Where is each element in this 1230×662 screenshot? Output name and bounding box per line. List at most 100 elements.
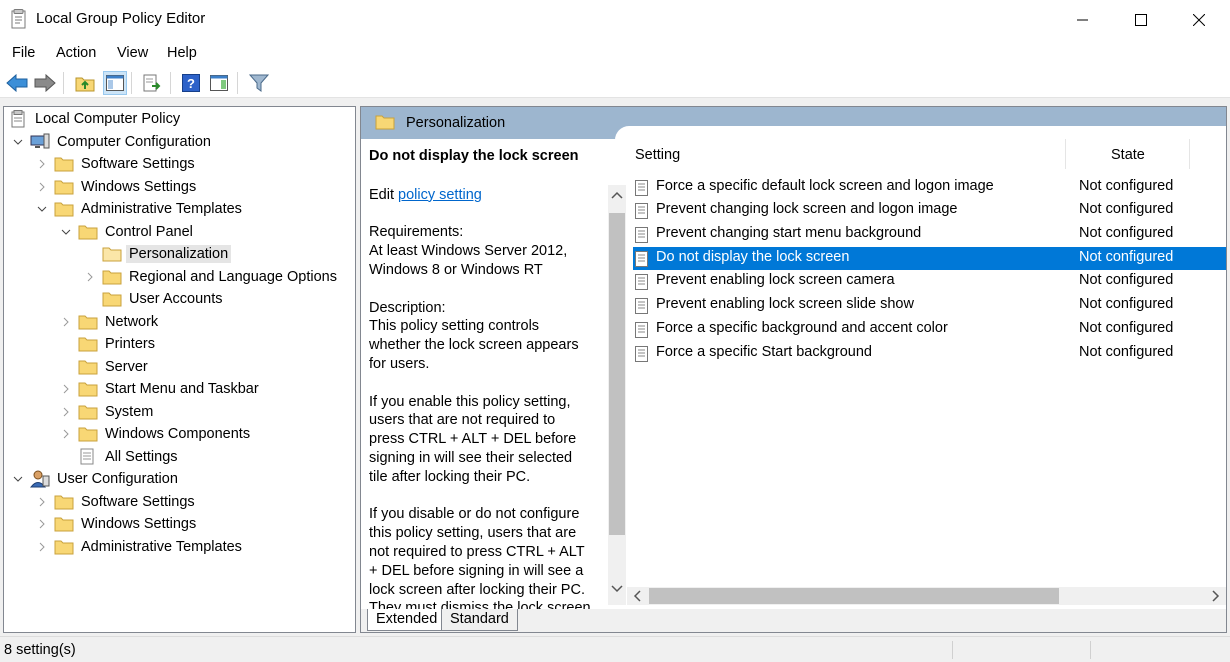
requirements-label: Requirements: bbox=[369, 224, 464, 241]
folder-icon bbox=[54, 155, 74, 173]
column-divider[interactable] bbox=[1065, 139, 1066, 169]
tree-node-administrative-templates[interactable]: Administrative Templates bbox=[36, 198, 245, 220]
chevron-down-icon[interactable] bbox=[36, 203, 48, 215]
tab-standard[interactable]: Standard bbox=[441, 609, 518, 631]
tree-node-regional-language[interactable]: Regional and Language Options bbox=[84, 266, 340, 288]
column-divider[interactable] bbox=[1189, 139, 1190, 169]
setting-name: Prevent changing lock screen and logon i… bbox=[656, 201, 958, 217]
chevron-right-icon[interactable] bbox=[36, 518, 48, 530]
tree-node-user-windows-settings[interactable]: Windows Settings bbox=[36, 513, 199, 535]
folder-icon bbox=[102, 268, 122, 286]
tree-label: Network bbox=[105, 314, 159, 330]
export-list-icon bbox=[143, 74, 161, 92]
folder-icon bbox=[375, 115, 395, 130]
setting-state: Not configured bbox=[1079, 249, 1174, 265]
setting-row[interactable]: Prevent changing start menu background N… bbox=[633, 223, 1226, 246]
chevron-right-icon[interactable] bbox=[84, 271, 96, 283]
setting-row[interactable]: Force a specific default lock screen and… bbox=[633, 176, 1226, 199]
tree-node-all-settings[interactable]: All Settings bbox=[60, 446, 181, 468]
chevron-right-icon[interactable] bbox=[36, 181, 48, 193]
setting-row[interactable]: Force a specific Start background Not co… bbox=[633, 342, 1226, 365]
chevron-right-icon[interactable] bbox=[36, 496, 48, 508]
column-header-state[interactable]: State bbox=[1111, 147, 1145, 163]
tree-node-printers[interactable]: Printers bbox=[60, 333, 158, 355]
show-hide-tree-button[interactable] bbox=[103, 71, 127, 95]
setting-name: Force a specific default lock screen and… bbox=[656, 178, 994, 194]
console-tree: Local Computer Policy Computer Configura… bbox=[3, 106, 356, 633]
tree-node-network[interactable]: Network bbox=[60, 311, 161, 333]
chevron-right-icon[interactable] bbox=[60, 316, 72, 328]
chevron-right-icon[interactable] bbox=[60, 406, 72, 418]
show-hide-action-pane-button[interactable] bbox=[207, 71, 231, 95]
tree-node-user-configuration[interactable]: User Configuration bbox=[12, 468, 181, 490]
tree-node-system[interactable]: System bbox=[60, 401, 156, 423]
chevron-right-icon[interactable] bbox=[60, 383, 72, 395]
policy-setting-icon bbox=[635, 273, 648, 290]
close-button[interactable] bbox=[1170, 0, 1228, 40]
help-button[interactable]: ? bbox=[179, 71, 203, 95]
menu-help[interactable]: Help bbox=[167, 45, 197, 61]
maximize-button[interactable] bbox=[1112, 0, 1170, 40]
minimize-button[interactable] bbox=[1054, 0, 1112, 40]
policy-setting-icon bbox=[635, 250, 648, 267]
setting-state: Not configured bbox=[1079, 272, 1174, 288]
description-scroll-thumb[interactable] bbox=[609, 213, 625, 535]
toolbar: ? bbox=[0, 68, 1230, 98]
chevron-right-icon[interactable] bbox=[36, 158, 48, 170]
tree-node-start-menu-taskbar[interactable]: Start Menu and Taskbar bbox=[60, 378, 262, 400]
tree-node-control-panel[interactable]: Control Panel bbox=[60, 221, 196, 243]
forward-button[interactable] bbox=[33, 71, 57, 95]
folder-icon bbox=[78, 425, 98, 443]
back-button[interactable] bbox=[5, 71, 29, 95]
setting-row[interactable]: Prevent changing lock screen and logon i… bbox=[633, 199, 1226, 222]
column-header-setting[interactable]: Setting bbox=[635, 147, 680, 163]
chevron-down-icon[interactable] bbox=[60, 226, 72, 238]
edit-policy-setting-link[interactable]: policy setting bbox=[398, 187, 482, 203]
up-folder-button[interactable] bbox=[73, 71, 97, 95]
tree-node-server[interactable]: Server bbox=[60, 356, 151, 378]
settings-scroll-thumb[interactable] bbox=[649, 588, 1059, 604]
tree-node-local-computer-policy[interactable]: Local Computer Policy bbox=[8, 108, 183, 130]
description-scrollbar[interactable] bbox=[608, 185, 626, 605]
menu-view[interactable]: View bbox=[117, 45, 148, 61]
tree-label: Computer Configuration bbox=[57, 134, 211, 150]
tree-node-software-settings[interactable]: Software Settings bbox=[36, 153, 198, 175]
status-separator bbox=[952, 641, 953, 659]
scroll-right-icon[interactable] bbox=[1210, 590, 1222, 602]
description-label: Description: bbox=[369, 299, 446, 316]
tree-node-windows-settings[interactable]: Windows Settings bbox=[36, 176, 199, 198]
menu-file[interactable]: File bbox=[12, 45, 35, 61]
menu-action[interactable]: Action bbox=[56, 45, 96, 61]
tree-node-user-administrative-templates[interactable]: Administrative Templates bbox=[36, 536, 245, 558]
tree-node-user-accounts[interactable]: User Accounts bbox=[84, 288, 226, 310]
filter-button[interactable] bbox=[247, 71, 271, 95]
tree-label: Control Panel bbox=[105, 224, 193, 240]
settings-horizontal-scrollbar[interactable] bbox=[627, 587, 1226, 605]
settings-list: Setting State Force a specific default l… bbox=[627, 139, 1226, 609]
chevron-down-icon[interactable] bbox=[12, 136, 24, 148]
setting-state: Not configured bbox=[1079, 344, 1174, 360]
up-folder-icon bbox=[75, 77, 95, 92]
setting-row[interactable]: Prevent enabling lock screen camera Not … bbox=[633, 270, 1226, 293]
status-text: 8 setting(s) bbox=[4, 642, 76, 658]
scroll-up-icon[interactable] bbox=[611, 189, 623, 201]
setting-state: Not configured bbox=[1079, 201, 1174, 217]
scroll-left-icon[interactable] bbox=[631, 590, 643, 602]
setting-row-selected[interactable]: Do not display the lock screen Not confi… bbox=[633, 247, 1226, 270]
tab-extended[interactable]: Extended bbox=[367, 609, 447, 631]
tree-node-windows-components[interactable]: Windows Components bbox=[60, 423, 253, 445]
tree-node-computer-configuration[interactable]: Computer Configuration bbox=[12, 131, 214, 153]
tree-node-user-software-settings[interactable]: Software Settings bbox=[36, 491, 198, 513]
setting-row[interactable]: Force a specific background and accent c… bbox=[633, 318, 1226, 341]
tree-label: Windows Components bbox=[105, 426, 251, 442]
tree-node-personalization[interactable]: Personalization bbox=[84, 243, 232, 265]
export-list-button[interactable] bbox=[140, 71, 164, 95]
policy-setting-icon bbox=[635, 297, 648, 314]
chevron-right-icon[interactable] bbox=[60, 428, 72, 440]
scroll-down-icon[interactable] bbox=[611, 583, 623, 595]
setting-state: Not configured bbox=[1079, 178, 1174, 194]
chevron-right-icon[interactable] bbox=[36, 541, 48, 553]
chevron-down-icon[interactable] bbox=[12, 473, 24, 485]
setting-row[interactable]: Prevent enabling lock screen slide show … bbox=[633, 294, 1226, 317]
policy-setting-icon bbox=[635, 179, 648, 196]
